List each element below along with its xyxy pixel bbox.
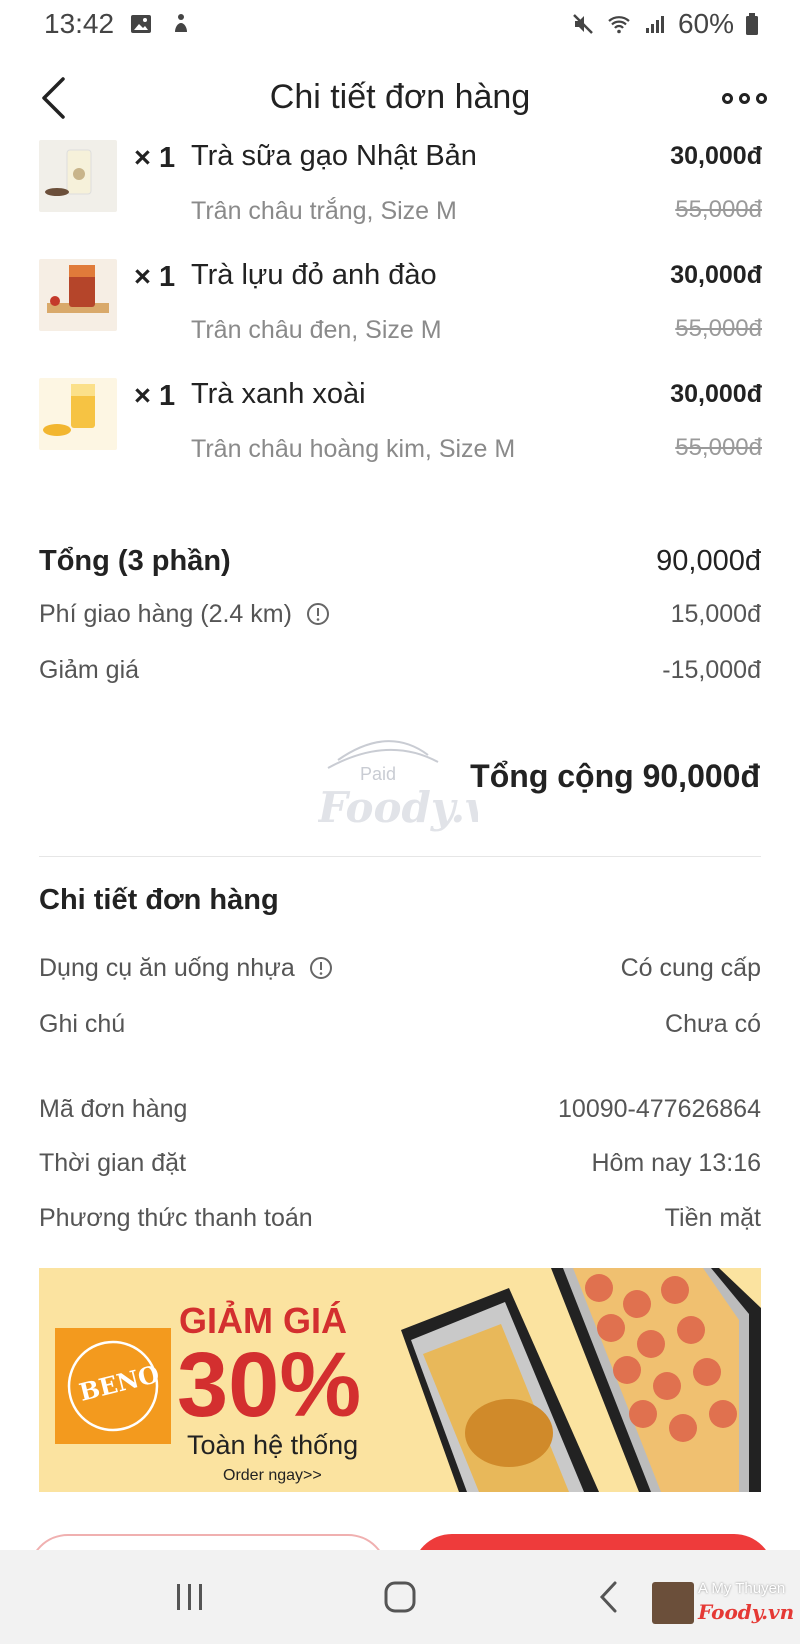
chevron-left-icon — [42, 77, 65, 119]
shipping-value: 15,000đ — [670, 599, 761, 628]
item-quantity: × 1 — [134, 142, 176, 174]
home-icon — [384, 1581, 416, 1613]
item-name: Trà xanh xoài — [191, 378, 366, 410]
order-id-row: Mã đơn hàng 10090-477626864 — [39, 1082, 761, 1136]
payment-row: Phương thức thanh toán Tiền mặt — [39, 1190, 761, 1246]
item-thumbnail — [39, 378, 117, 450]
item-quantity: × 1 — [134, 380, 176, 412]
recent-apps-icon — [177, 1584, 202, 1610]
subtotal-value: 90,000đ — [656, 544, 761, 577]
back-nav-icon — [599, 1581, 617, 1613]
header: Chi tiết đơn hàng — [0, 58, 800, 136]
item-name: Trà lựu đỏ anh đào — [191, 259, 437, 291]
status-bar: 13:42 60% — [0, 0, 800, 48]
svg-text:Foody.vn: Foody.vn — [318, 783, 478, 832]
utensils-row: Dụng cụ ăn uống nhựa Có cung cấp — [39, 940, 761, 996]
back-button[interactable] — [26, 70, 82, 126]
battery-icon — [746, 13, 758, 35]
discount-label: Giảm giá — [39, 655, 140, 684]
shipping-row: Phí giao hàng (2.4 km) 15,000đ — [39, 586, 761, 642]
discount-row: Giảm giá -15,000đ — [39, 642, 761, 698]
note-label: Ghi chú — [39, 1009, 126, 1038]
order-id-label: Mã đơn hàng — [39, 1094, 188, 1123]
home-button[interactable] — [370, 1572, 430, 1622]
item-options: Trân châu hoàng kim, Size M — [191, 435, 516, 463]
order-item: × 1 Trà sữa gạo Nhật Bản Trân châu trắng… — [0, 136, 800, 255]
payment-value: Tiền mặt — [664, 1203, 761, 1232]
order-summary: Tổng (3 phần) 90,000đ Phí giao hàng (2.4… — [39, 536, 761, 698]
utensils-label: Dụng cụ ăn uống nhựa — [39, 953, 295, 982]
order-time-value: Hôm nay 13:16 — [591, 1148, 761, 1177]
more-dot-icon — [755, 92, 767, 104]
wifi-icon — [608, 16, 630, 34]
item-original-price: 55,000đ — [675, 315, 762, 342]
order-time-label: Thời gian đặt — [39, 1148, 187, 1177]
beno-logo: BENO — [55, 1328, 171, 1444]
svg-text:Paid: Paid — [360, 764, 396, 784]
mute-icon — [573, 14, 593, 34]
details-title: Chi tiết đơn hàng — [39, 884, 279, 916]
order-id-value: 10090-477626864 — [558, 1094, 761, 1123]
banner-percent: 30% — [177, 1334, 361, 1436]
more-options-button[interactable] — [714, 78, 774, 118]
promo-banner[interactable]: BENO GIẢM GIÁ 30% Toàn hệ thống Order ng… — [39, 1268, 761, 1492]
item-options: Trân châu trắng, Size M — [191, 197, 457, 225]
accessibility-icon — [175, 14, 188, 32]
more-dot-icon — [721, 92, 733, 104]
order-item: × 1 Trà lựu đỏ anh đào Trân châu đen, Si… — [0, 255, 800, 374]
item-price: 30,000đ — [670, 380, 762, 408]
order-item: × 1 Trà xanh xoài Trân châu hoàng kim, S… — [0, 374, 800, 493]
note-value: Chưa có — [665, 1009, 761, 1038]
system-navigation-bar: A My Thuyen Foody.vn — [0, 1550, 800, 1644]
paid-stamp: Paid Foody.vn — [318, 740, 478, 832]
banner-subline: Toàn hệ thống — [187, 1430, 358, 1460]
page-title: Chi tiết đơn hàng — [269, 77, 531, 116]
watermark-avatar — [652, 1582, 694, 1624]
item-thumbnail — [39, 259, 117, 331]
note-row: Ghi chú Chưa có — [39, 996, 761, 1052]
gallery-icon — [131, 15, 152, 33]
order-time-row: Thời gian đặt Hôm nay 13:16 — [39, 1136, 761, 1190]
payment-label: Phương thức thanh toán — [39, 1203, 313, 1232]
battery-percent: 60% — [677, 8, 734, 39]
banner-cta: Order ngay>> — [223, 1467, 322, 1484]
recent-apps-button[interactable] — [160, 1572, 220, 1622]
watermark-name: A My Thuyen — [698, 1580, 786, 1597]
status-time: 13:42 — [44, 8, 115, 39]
discount-value: -15,000đ — [662, 655, 761, 684]
info-icon[interactable] — [306, 602, 330, 626]
item-original-price: 55,000đ — [675, 196, 762, 223]
watermark-brand: Foody.vn — [698, 1600, 795, 1624]
utensils-value: Có cung cấp — [620, 953, 761, 982]
item-name: Trà sữa gạo Nhật Bản — [191, 140, 477, 172]
item-quantity: × 1 — [134, 261, 176, 293]
subtotal-label: Tổng (3 phần) — [39, 544, 231, 577]
grand-total: Tổng cộng 90,000đ — [470, 758, 760, 794]
shipping-label: Phí giao hàng (2.4 km) — [39, 599, 292, 628]
item-thumbnail — [39, 140, 117, 212]
subtotal-row: Tổng (3 phần) 90,000đ — [39, 536, 761, 586]
item-original-price: 55,000đ — [675, 434, 762, 461]
info-icon[interactable] — [309, 956, 333, 980]
more-dot-icon — [738, 92, 750, 104]
divider — [39, 856, 761, 857]
item-price: 30,000đ — [670, 261, 762, 289]
foody-watermark: A My Thuyen Foody.vn — [652, 1580, 794, 1630]
item-options: Trân châu đen, Size M — [191, 316, 442, 344]
back-nav-button[interactable] — [578, 1572, 638, 1622]
signal-icon — [645, 16, 664, 33]
order-items: × 1 Trà sữa gạo Nhật Bản Trân châu trắng… — [0, 136, 800, 493]
item-price: 30,000đ — [670, 142, 762, 170]
